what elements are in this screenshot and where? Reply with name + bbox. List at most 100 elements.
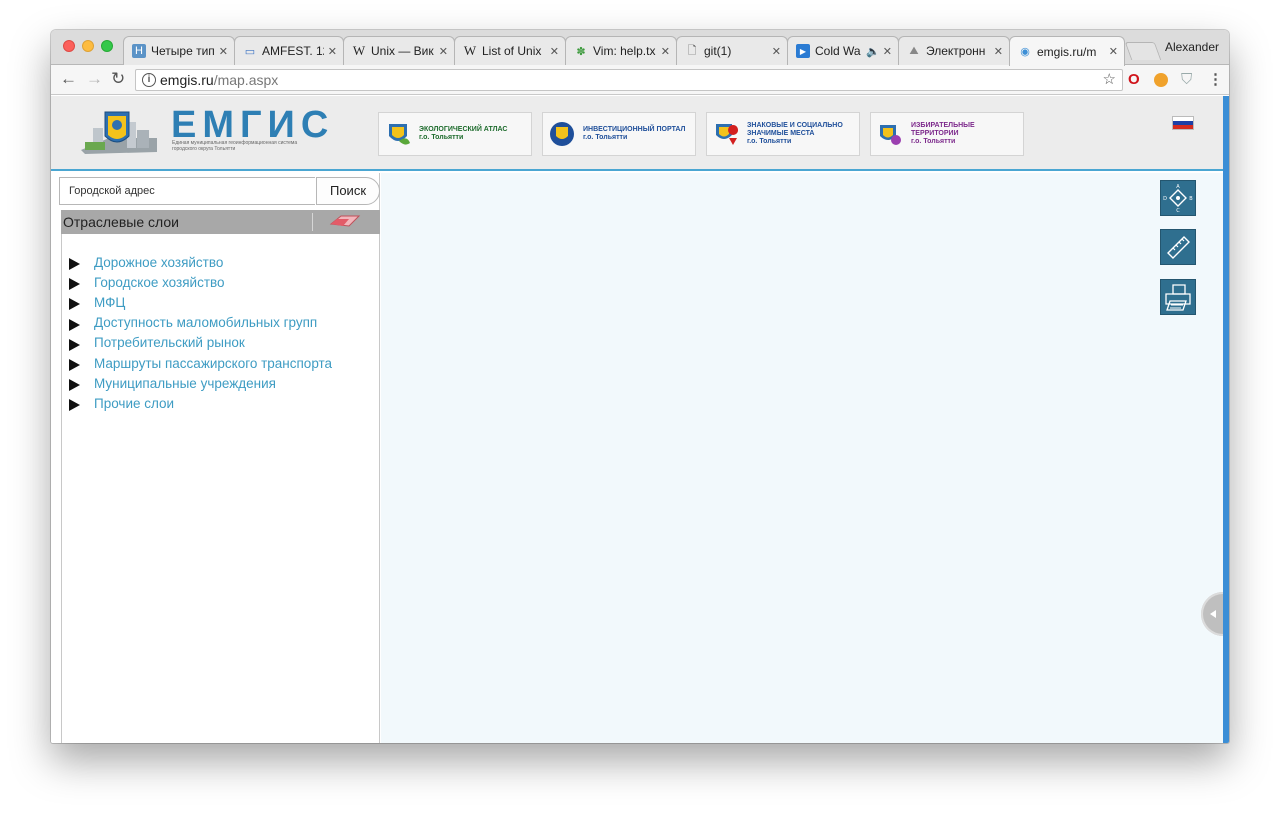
tab-close-icon[interactable]: ✕ [550, 45, 559, 58]
russian-flag-icon[interactable] [1172, 116, 1194, 130]
shield-icon[interactable]: ⛉ [1181, 72, 1192, 88]
layer-label[interactable]: МФЦ [94, 295, 125, 310]
forward-arrow-icon[interactable]: → [86, 70, 103, 88]
svg-text:D: D [1163, 196, 1167, 202]
layer-label[interactable]: Прочие слои [94, 396, 174, 411]
browser-tab[interactable]: ▶ Cold Wa 🔈 ✕ [787, 36, 899, 65]
tab-close-icon[interactable]: ✕ [994, 45, 1003, 58]
search-button[interactable]: Поиск [316, 177, 380, 205]
address-search-input[interactable]: Городской адрес [59, 177, 315, 205]
layer-item-road[interactable]: Дорожное хозяйство [69, 252, 369, 272]
extension-icon[interactable] [1154, 73, 1168, 87]
browser-tab[interactable]: H Четыре тип ✕ [123, 36, 235, 65]
info-icon[interactable]: i [142, 73, 156, 87]
tab-close-icon[interactable]: ✕ [219, 45, 228, 58]
layer-label[interactable]: Потребительский рынок [94, 335, 245, 350]
print-button[interactable] [1160, 279, 1196, 315]
tab-favicon-icon: ✽ [576, 45, 586, 58]
tab-favicon-icon: ◉ [1020, 46, 1030, 58]
layer-label[interactable]: Маршруты пассажирского транспорта [94, 356, 332, 371]
browser-tab[interactable]: ⛰ Электронн ✕ [898, 36, 1010, 65]
browser-tab[interactable]: W Unix — Вик ✕ [343, 36, 455, 65]
portal-title: ИЗБИРАТЕЛЬНЫЕ ТЕРРИТОРИИ [911, 122, 975, 137]
tab-close-icon[interactable]: ✕ [1109, 45, 1118, 58]
back-arrow-icon[interactable]: ← [60, 70, 77, 88]
site-header: ЕМГИС Единая муниципальная геоинформацио… [51, 96, 1223, 171]
minimize-window-button[interactable] [82, 40, 94, 52]
compass-button[interactable]: A C D B [1160, 180, 1196, 216]
tab-close-icon[interactable]: ✕ [439, 45, 448, 58]
portal-subtitle: г.о. Тольятти [747, 138, 792, 145]
site-logo-subtitle: Единая муниципальная геоинформационная с… [172, 140, 298, 152]
elections-emblem-icon [880, 125, 901, 145]
layer-item-accessibility[interactable]: Доступность маломобильных групп [69, 313, 369, 333]
tab-close-icon[interactable]: ✕ [661, 45, 670, 58]
header-divider [312, 213, 313, 231]
expand-arrow-icon[interactable] [69, 359, 80, 372]
layer-item-consumer-market[interactable]: Потребительский рынок [69, 333, 369, 353]
map-canvas[interactable]: A C D B [381, 173, 1225, 743]
browser-tab[interactable]: W List of Unix ✕ [454, 36, 566, 65]
browser-tab[interactable]: ✽ Vim: help.tx ✕ [565, 36, 677, 65]
layer-label[interactable]: Дорожное хозяйство [94, 255, 223, 270]
layer-label[interactable]: Муниципальные учреждения [94, 376, 276, 391]
emgis-logo-icon[interactable] [79, 108, 159, 156]
tab-title: AMFEST. 12 [262, 44, 324, 58]
tab-close-icon[interactable]: 🔈 ✕ [866, 45, 892, 58]
layer-label[interactable]: Доступность маломобильных групп [94, 315, 317, 330]
browser-tab-active[interactable]: ◉ emgis.ru/m ✕ [1009, 36, 1125, 66]
expand-arrow-icon[interactable] [69, 379, 80, 392]
tab-title: emgis.ru/m [1037, 44, 1097, 59]
browser-tab[interactable]: ▭ AMFEST. 12 ✕ [234, 36, 344, 65]
layer-item-other[interactable]: Прочие слои [69, 393, 369, 413]
expand-arrow-icon[interactable] [69, 338, 80, 351]
measure-button[interactable] [1160, 229, 1196, 265]
zoom-window-button[interactable] [101, 40, 113, 52]
portal-subtitle: г.о. Тольятти [419, 134, 464, 141]
layers-panel-title: Отраслевые слои [63, 214, 179, 230]
close-window-button[interactable] [63, 40, 75, 52]
bookmark-star-icon[interactable]: ☆ [1103, 70, 1116, 90]
tab-close-icon[interactable]: ✕ [772, 45, 781, 58]
expand-arrow-icon[interactable] [69, 278, 80, 291]
portal-link-investment[interactable]: ИНВЕСТИЦИОННЫЙ ПОРТАЛ г.о. Тольятти [542, 112, 696, 156]
layer-item-transit-routes[interactable]: Маршруты пассажирского транспорта [69, 353, 369, 373]
portal-link-elections[interactable]: ИЗБИРАТЕЛЬНЫЕ ТЕРРИТОРИИ г.о. Тольятти [870, 112, 1024, 156]
tab-favicon-icon: H [132, 44, 146, 58]
expand-arrow-icon[interactable] [69, 258, 80, 271]
layer-item-municipal-institutions[interactable]: Муниципальные учреждения [69, 373, 369, 393]
sidebar-border [61, 234, 62, 743]
layer-item-city-utilities[interactable]: Городское хозяйство [69, 272, 369, 292]
address-bar[interactable]: i emgis.ru/map.aspx ☆ [135, 69, 1123, 91]
opera-icon[interactable]: O [1128, 72, 1140, 88]
layer-list: Дорожное хозяйство Городское хозяйство М… [69, 252, 369, 414]
panel-collapse-handle[interactable] [1201, 592, 1225, 636]
site-logo-text[interactable]: ЕМГИС [171, 105, 334, 145]
portal-link-eco-atlas[interactable]: ЭКОЛОГИЧЕСКИЙ АТЛАС г.о. Тольятти [378, 112, 532, 156]
expand-arrow-icon[interactable] [69, 318, 80, 331]
browser-toolbar: ← → ↻ i emgis.ru/map.aspx ☆ O ⛉ ⋮ [51, 65, 1229, 95]
tab-close-icon[interactable]: ✕ [328, 45, 337, 58]
portal-title: ЭКОЛОГИЧЕСКИЙ АТЛАС [419, 126, 508, 133]
browser-tab[interactable]: 🗋 git(1) ✕ [676, 36, 788, 65]
collapse-arrow-icon [1210, 610, 1216, 618]
eraser-icon[interactable] [329, 214, 361, 228]
landmarks-emblem-icon [716, 124, 739, 145]
expand-arrow-icon[interactable] [69, 298, 80, 311]
layer-item-mfc[interactable]: МФЦ [69, 292, 369, 312]
menu-icon[interactable]: ⋮ [1208, 72, 1223, 88]
right-panel-edge [1223, 96, 1229, 743]
profile-name[interactable]: Alexander [1165, 40, 1219, 54]
expand-arrow-icon[interactable] [69, 399, 80, 412]
eco-atlas-emblem-icon [389, 124, 410, 145]
new-tab-button[interactable] [1124, 42, 1162, 60]
layer-label[interactable]: Городское хозяйство [94, 275, 225, 290]
tab-title: git(1) [704, 44, 732, 58]
reload-icon[interactable]: ↻ [111, 70, 125, 88]
url-host: emgis.ru [160, 72, 214, 88]
tab-favicon-icon: ▭ [244, 45, 256, 58]
tab-favicon-icon: W [352, 43, 366, 58]
svg-text:C: C [1176, 208, 1180, 214]
tab-favicon-icon: ⛰ [909, 44, 919, 57]
portal-link-landmarks[interactable]: ЗНАКОВЫЕ И СОЦИАЛЬНО ЗНАЧИМЫЕ МЕСТА г.о.… [706, 112, 860, 156]
